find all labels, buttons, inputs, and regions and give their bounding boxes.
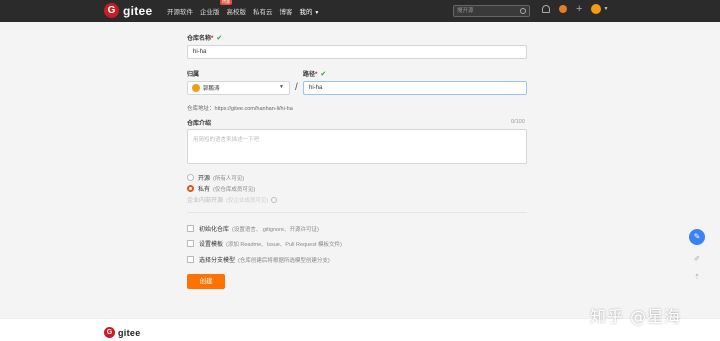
visibility-private-sub: (仅仓库成员可见) — [213, 186, 256, 193]
path-label-text: 路径 — [303, 72, 316, 78]
checkbox[interactable] — [187, 225, 194, 232]
description-counter: 0/100 — [511, 119, 525, 125]
chevron-down-icon: ▼ — [314, 10, 320, 16]
search-icon[interactable] — [520, 8, 526, 14]
checkbox[interactable] — [187, 240, 194, 247]
option-init-repo[interactable]: 初始化仓库 (设置语言、.gitignore、开源许可证) — [187, 224, 319, 233]
question-icon[interactable] — [271, 196, 278, 203]
option-branch-sub: (仓库创建后将根据所选模型创建分支) — [238, 257, 330, 264]
visibility-private[interactable]: 私有 (仅仓库成员可见) — [187, 184, 255, 193]
search-input[interactable]: 搜开源 — [453, 5, 530, 17]
gitee-logo[interactable]: G gitee — [104, 3, 153, 18]
nav-blog[interactable]: 博客 — [280, 6, 293, 16]
gitee-logo-icon: G — [104, 327, 115, 338]
option-template-label: 设置模板 — [199, 242, 224, 248]
avatar — [192, 84, 200, 92]
visibility-public-label: 开源 — [198, 176, 211, 182]
avatar[interactable] — [591, 4, 602, 14]
promo-badge: 特惠 — [220, 0, 232, 5]
edit-icon[interactable]: ✐ — [692, 255, 702, 265]
description-field[interactable]: 用简短的语言来描述一下吧 — [187, 129, 527, 164]
path-separator: / — [295, 82, 298, 93]
back-to-top-icon[interactable]: ⇡ — [692, 273, 702, 283]
logo-text: gitee — [123, 3, 153, 18]
repo-name-field[interactable]: hi-ha — [187, 45, 527, 59]
nav-enterprise-label: 企业版 — [200, 9, 220, 16]
visibility-public[interactable]: 开源 (所有人可见) — [187, 173, 244, 182]
visibility-internal-sub: (仅企业成员可见) — [226, 197, 269, 204]
chevron-down-icon: ▼ — [279, 84, 284, 90]
footer-logo-text: gitee — [118, 327, 141, 338]
required-mark: * — [315, 72, 318, 78]
repo-name-label: 仓库名称* ✔ — [187, 33, 222, 42]
radio-button[interactable] — [187, 174, 194, 181]
radio-button-selected[interactable] — [187, 185, 194, 192]
footer-logo[interactable]: G gitee — [104, 327, 141, 338]
visibility-internal: 企业内部开源 (仅企业成员可见) — [187, 195, 278, 204]
option-init-sub: (设置语言、.gitignore、开源许可证) — [232, 226, 319, 233]
option-branch-model[interactable]: 选择分支模型 (仓库创建后将根据所选模型创建分支) — [187, 255, 330, 264]
check-icon: ✔ — [320, 71, 327, 78]
search-placeholder: 搜开源 — [457, 8, 474, 14]
owner-value: 郭鹏涛 — [203, 86, 220, 92]
divider — [187, 212, 527, 213]
visibility-internal-label: 企业内部开源 — [187, 198, 224, 204]
check-icon: ✔ — [216, 35, 223, 42]
nav-mine[interactable]: 我的 ▼ — [300, 6, 320, 16]
option-init-label: 初始化仓库 — [199, 227, 230, 233]
visibility-private-label: 私有 — [198, 187, 211, 193]
plus-icon[interactable]: + — [576, 4, 582, 15]
main-nav: 开源软件 企业版 特惠 高校版 私有云 博客 我的 ▼ — [167, 0, 326, 22]
owner-label: 归属 — [187, 72, 200, 78]
required-mark: * — [211, 36, 214, 42]
description-placeholder: 用简短的语言来描述一下吧 — [193, 137, 260, 143]
address-value: https://gitee.com/hanhan-li/hi-ha — [214, 106, 293, 112]
gitee-logo-icon: G — [104, 3, 119, 18]
chevron-down-icon[interactable]: ▼ — [603, 6, 608, 12]
path-label: 路径* ✔ — [303, 69, 326, 78]
nav-private-cloud[interactable]: 私有云 — [253, 6, 273, 16]
path-field[interactable]: hi-ha — [303, 81, 527, 95]
create-button[interactable]: 创建 — [187, 274, 225, 289]
nav-open-source[interactable]: 开源软件 — [167, 6, 193, 16]
bell-icon[interactable] — [542, 5, 550, 13]
option-branch-label: 选择分支模型 — [199, 258, 236, 264]
address-label: 仓库地址： — [187, 106, 215, 112]
owner-select[interactable]: 郭鹏涛 ▼ — [187, 81, 290, 95]
top-navbar: G gitee 开源软件 企业版 特惠 高校版 私有云 博客 我的 ▼ 搜开源 +… — [0, 0, 720, 22]
checkbox[interactable] — [187, 256, 194, 263]
repo-address: 仓库地址：https://gitee.com/hanhan-li/hi-ha — [187, 104, 293, 112]
option-template-sub: (添加 Readme、Issue、Pull Request 模板文件) — [226, 241, 342, 248]
page: G gitee 开源软件 企业版 特惠 高校版 私有云 博客 我的 ▼ 搜开源 +… — [0, 0, 720, 341]
watermark: 知乎 @星海 — [590, 307, 682, 326]
nav-enterprise[interactable]: 企业版 特惠 — [200, 0, 232, 16]
feedback-float-icon[interactable]: ✎ — [689, 229, 705, 245]
description-label: 仓库介绍 — [187, 121, 212, 127]
open-source-badge-icon[interactable] — [559, 5, 567, 13]
header-actions: + ▼ — [542, 4, 608, 15]
repo-name-label-text: 仓库名称 — [187, 36, 212, 42]
nav-education[interactable]: 高校版 — [227, 6, 247, 16]
option-template[interactable]: 设置模板 (添加 Readme、Issue、Pull Request 模板文件) — [187, 239, 342, 248]
visibility-public-sub: (所有人可见) — [213, 175, 245, 182]
nav-mine-label: 我的 — [299, 9, 313, 16]
